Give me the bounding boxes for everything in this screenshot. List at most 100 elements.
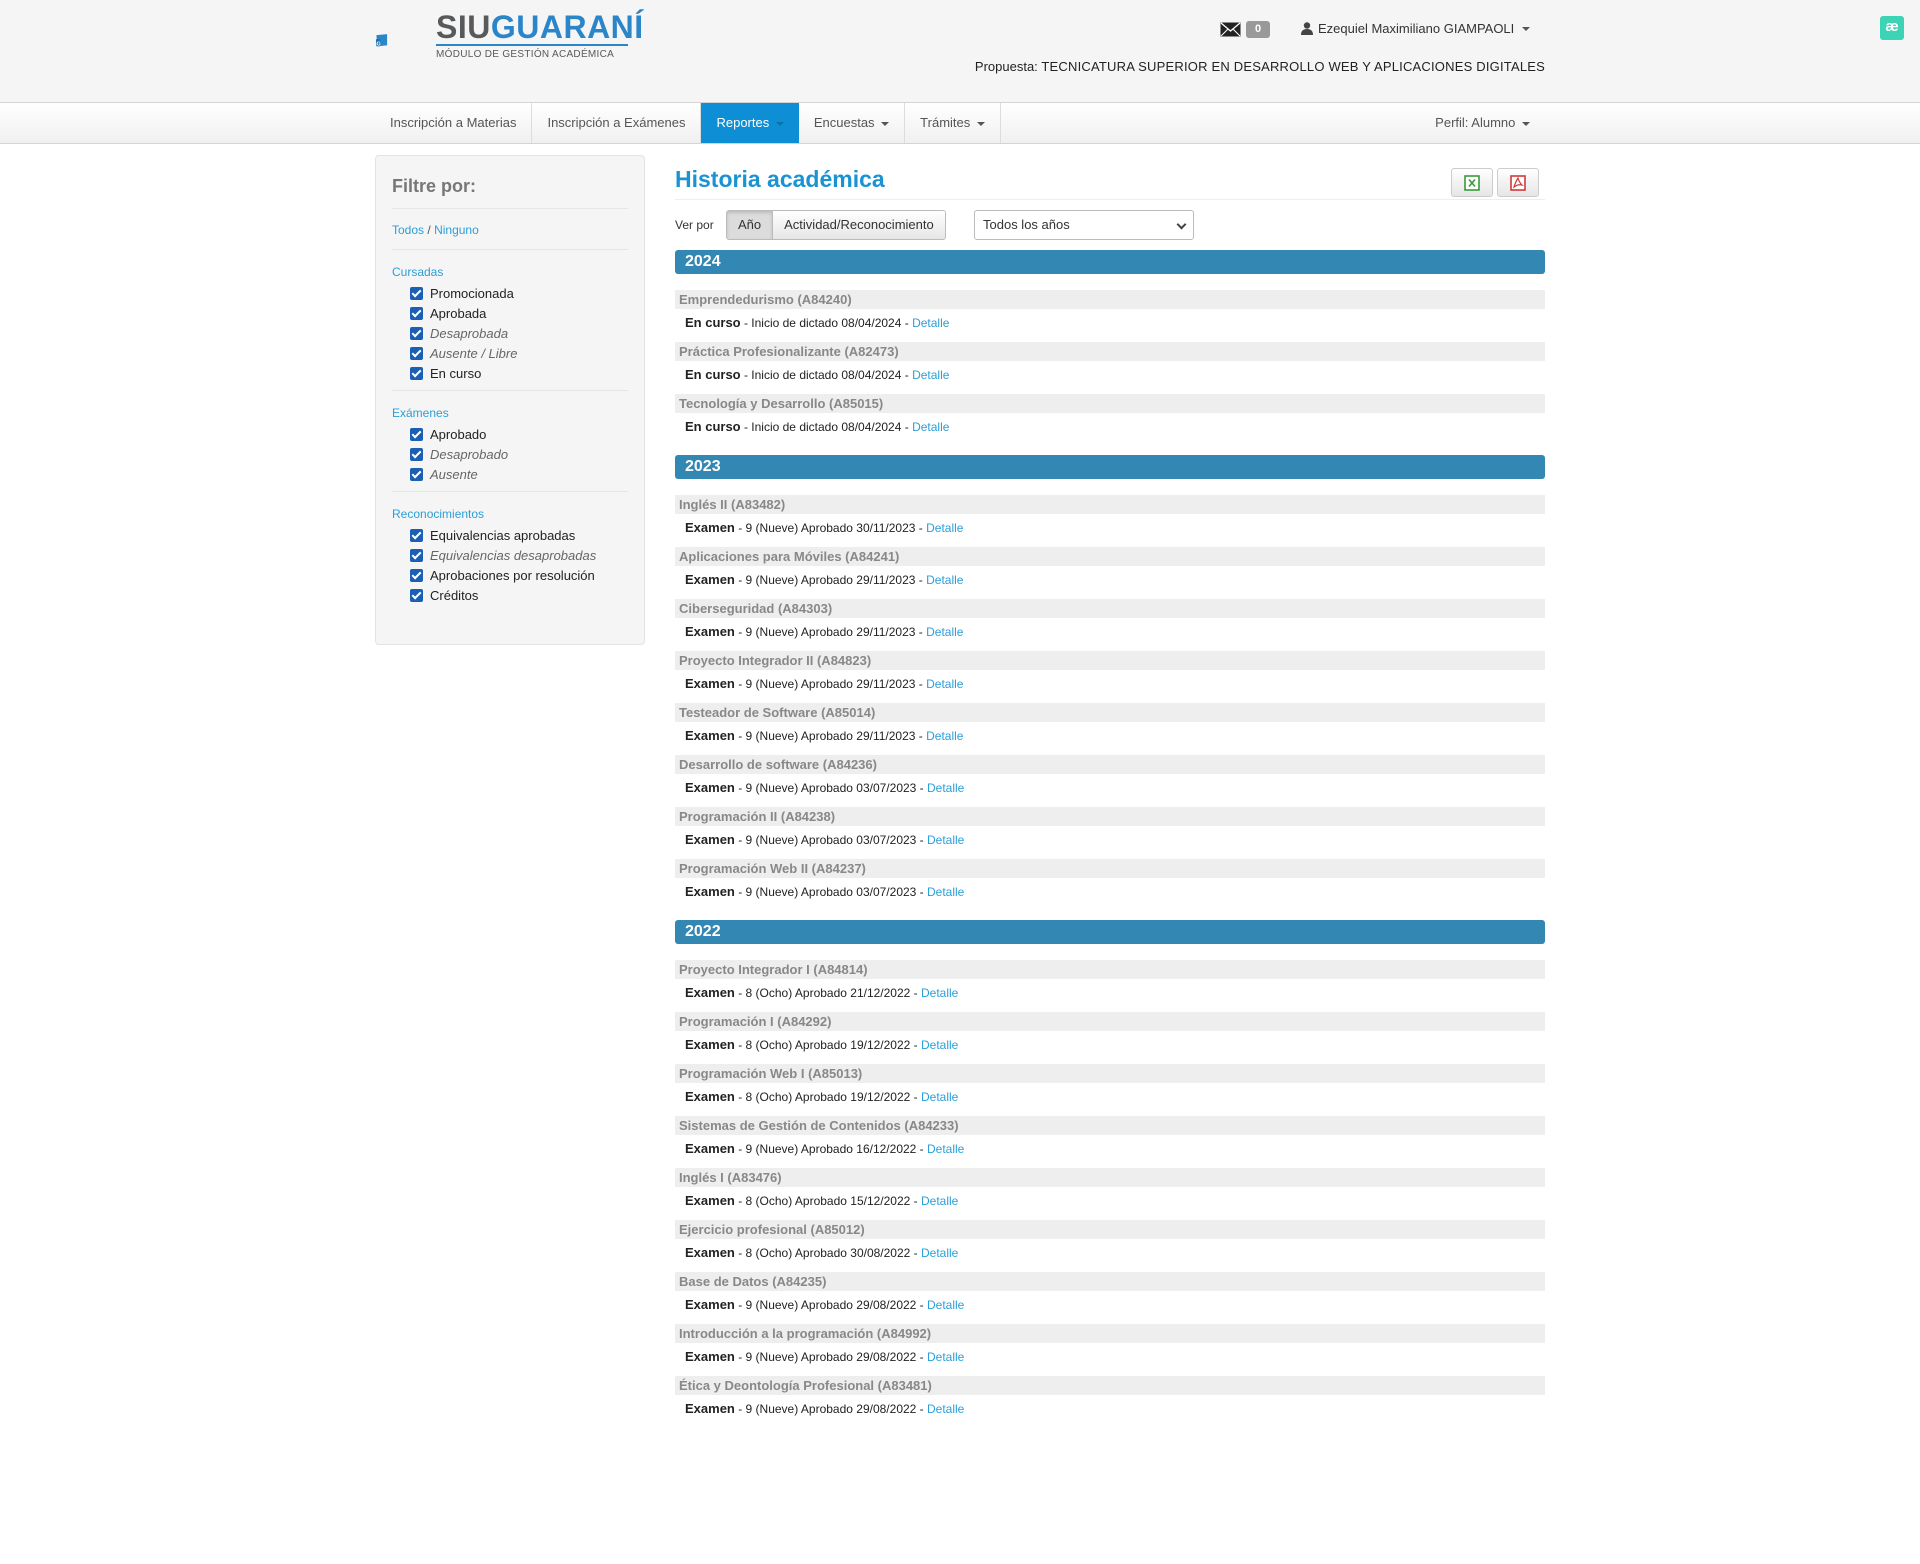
subject-result: - 9 (Nueve) Aprobado 29/11/2023 - <box>734 573 927 587</box>
checkbox-checked-icon[interactable] <box>410 427 423 441</box>
detalle-link[interactable]: Detalle <box>912 368 949 382</box>
nav-encuestas[interactable]: Encuestas <box>799 103 906 143</box>
nav-inscripcion-materias[interactable]: Inscripción a Materias <box>375 103 533 143</box>
checkbox-equivalencias-aprobadas[interactable]: Equivalencias aprobadas <box>392 525 628 545</box>
checkbox-promocionada[interactable]: Promocionada <box>392 283 628 303</box>
subject-item: Base de Datos (A84235) Examen - 9 (Nueve)… <box>675 1272 1545 1313</box>
subject-name: Inglés I (A83476) <box>675 1168 1545 1187</box>
subject-name: Desarrollo de software (A84236) <box>675 755 1545 774</box>
checkbox-examen-desaprobado[interactable]: Desaprobado <box>392 444 628 464</box>
checkbox-checked-icon[interactable] <box>410 366 423 380</box>
checkbox-checked-icon[interactable] <box>410 528 423 542</box>
checkbox-desaprobada[interactable]: Desaprobada <box>392 323 628 343</box>
checkbox-checked-icon[interactable] <box>410 346 423 360</box>
excel-icon <box>1464 174 1480 191</box>
detalle-link[interactable]: Detalle <box>927 1402 964 1416</box>
propuesta-value: TECNICATURA SUPERIOR EN DESARROLLO WEB Y… <box>1041 59 1545 74</box>
detalle-link[interactable]: Detalle <box>927 1298 964 1312</box>
main-navbar: Inscripción a Materias Inscripción a Exá… <box>0 102 1920 144</box>
detalle-link[interactable]: Detalle <box>926 573 963 587</box>
mail-button[interactable]: 0 <box>1220 21 1271 38</box>
checkbox-en-curso[interactable]: En curso <box>392 363 628 383</box>
detalle-link[interactable]: Detalle <box>927 885 964 899</box>
checkbox-checked-icon[interactable] <box>410 326 423 340</box>
detalle-link[interactable]: Detalle <box>927 833 964 847</box>
year-select[interactable]: Todos los años <box>974 210 1194 240</box>
section-heading: Reconocimientos <box>392 507 485 521</box>
subject-item: Ciberseguridad (A84303) Examen - 9 (Nueve… <box>675 599 1545 640</box>
detalle-link[interactable]: Detalle <box>926 625 963 639</box>
subject-result: - 9 (Nueve) Aprobado 30/11/2023 - <box>734 521 927 535</box>
detalle-link[interactable]: Detalle <box>921 1246 958 1260</box>
view-actividad-button[interactable]: Actividad/Reconocimiento <box>773 211 945 239</box>
detalle-link[interactable]: Detalle <box>926 521 963 535</box>
checkbox-aprobada[interactable]: Aprobada <box>392 303 628 323</box>
checkbox-checked-icon[interactable] <box>410 548 423 562</box>
chevron-down-icon <box>976 121 985 126</box>
checkbox-checked-icon[interactable] <box>410 588 423 602</box>
nav-reportes[interactable]: Reportes <box>701 103 799 143</box>
detalle-link[interactable]: Detalle <box>926 729 963 743</box>
subject-name: Programación Web I (A85013) <box>675 1064 1545 1083</box>
detalle-link[interactable]: Detalle <box>927 1350 964 1364</box>
subject-name: Programación II (A84238) <box>675 807 1545 826</box>
detalle-link[interactable]: Detalle <box>921 1090 958 1104</box>
detalle-link[interactable]: Detalle <box>921 1194 958 1208</box>
nav-inscripcion-examenes[interactable]: Inscripción a Exámenes <box>532 103 702 143</box>
detalle-link[interactable]: Detalle <box>927 781 964 795</box>
checkbox-checked-icon[interactable] <box>410 568 423 582</box>
perfil-menu[interactable]: Perfil: Alumno <box>1420 103 1545 143</box>
export-pdf-button[interactable] <box>1497 168 1539 197</box>
subject-type: En curso <box>685 367 741 382</box>
subject-type: Examen <box>685 1089 735 1104</box>
nav-tramites[interactable]: Trámites <box>905 103 1001 143</box>
subject-result: - 9 (Nueve) Aprobado 03/07/2023 - <box>734 885 927 899</box>
subject-result: - 8 (Ocho) Aprobado 21/12/2022 - <box>734 986 921 1000</box>
subject-result: - 9 (Nueve) Aprobado 29/08/2022 - <box>734 1402 927 1416</box>
subject-type: Examen <box>685 884 735 899</box>
checkbox-ausente-libre[interactable]: Ausente / Libre <box>392 343 628 363</box>
subject-item: Inglés I (A83476) Examen - 8 (Ocho) Aprob… <box>675 1168 1545 1209</box>
subject-result: - 9 (Nueve) Aprobado 29/08/2022 - <box>734 1298 927 1312</box>
checkbox-checked-icon[interactable] <box>410 286 423 300</box>
subject-name: Tecnología y Desarrollo (A85015) <box>675 394 1545 413</box>
checkbox-examen-ausente[interactable]: Ausente <box>392 464 628 484</box>
user-menu[interactable]: Ezequiel Maximiliano GIAMPAOLI <box>1301 21 1531 36</box>
envelope-icon <box>1220 22 1241 37</box>
detalle-link[interactable]: Detalle <box>912 316 949 330</box>
subject-item: Práctica Profesionalizante (A82473) En cu… <box>675 342 1545 383</box>
subject-item: Programación I (A84292) Examen - 8 (Ocho)… <box>675 1012 1545 1053</box>
siu-guarani-logo-icon[interactable]: G <box>375 11 435 69</box>
subject-type: Examen <box>685 572 735 587</box>
subject-detail: Examen - 9 (Nueve) Aprobado 29/08/2022 -… <box>675 1349 1545 1365</box>
chevron-down-icon <box>1176 219 1187 230</box>
academic-history: 2024 Emprendedurismo (A84240) En curso - I… <box>675 250 1545 1437</box>
chevron-down-icon <box>1522 121 1530 126</box>
view-ano-button[interactable]: Año <box>727 211 774 239</box>
checkbox-creditos[interactable]: Créditos <box>392 585 628 605</box>
filter-section-cursadas: Cursadas Promocionada Aprobada Desaproba… <box>392 265 628 391</box>
detalle-link[interactable]: Detalle <box>921 986 958 1000</box>
select-all-link[interactable]: Todos <box>392 223 424 237</box>
year-block: 2022 Proyecto Integrador I (A84814) Examen… <box>675 920 1545 1417</box>
subject-type: Examen <box>685 1037 735 1052</box>
checkbox-equivalencias-desaprobadas[interactable]: Equivalencias desaprobadas <box>392 545 628 565</box>
subject-detail: Examen - 8 (Ocho) Aprobado 15/12/2022 - … <box>675 1193 1545 1209</box>
detalle-link[interactable]: Detalle <box>921 1038 958 1052</box>
detalle-link[interactable]: Detalle <box>912 420 949 434</box>
checkbox-examen-aprobado[interactable]: Aprobado <box>392 424 628 444</box>
select-none-link[interactable]: Ninguno <box>434 223 479 237</box>
checkbox-aprobaciones-resolucion[interactable]: Aprobaciones por resolución <box>392 565 628 585</box>
section-heading: Exámenes <box>392 406 449 420</box>
subject-item: Desarrollo de software (A84236) Examen - … <box>675 755 1545 796</box>
subject-detail: Examen - 9 (Nueve) Aprobado 29/11/2023 -… <box>675 624 1545 640</box>
export-excel-button[interactable] <box>1451 168 1493 197</box>
checkbox-checked-icon[interactable] <box>410 306 423 320</box>
detalle-link[interactable]: Detalle <box>927 1142 964 1156</box>
extension-icon[interactable]: æ <box>1880 16 1904 40</box>
checkbox-checked-icon[interactable] <box>410 467 423 481</box>
subject-name: Testeador de Software (A85014) <box>675 703 1545 722</box>
subject-name: Sistemas de Gestión de Contenidos (A8423… <box>675 1116 1545 1135</box>
checkbox-checked-icon[interactable] <box>410 447 423 461</box>
detalle-link[interactable]: Detalle <box>926 677 963 691</box>
